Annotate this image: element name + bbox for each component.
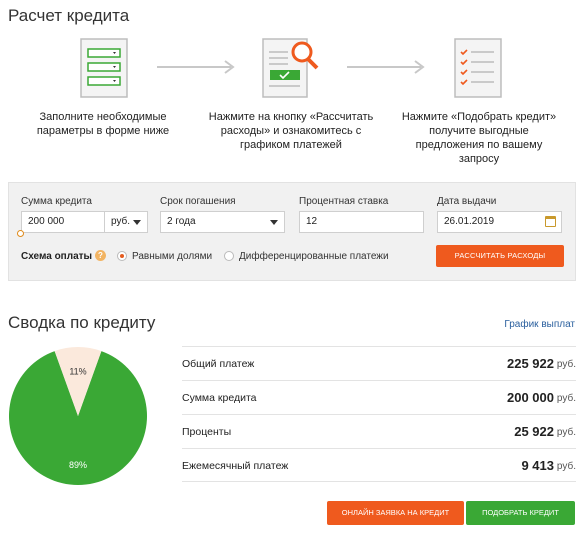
date-label: Дата выдачи [437, 196, 497, 207]
radio-equal-label[interactable]: Равными долями [132, 251, 212, 262]
pick-credit-button[interactable]: ПОДОБРАТЬ КРЕДИТ [466, 501, 575, 525]
summary-title: Сводка по кредиту [8, 313, 156, 332]
chevron-down-icon [133, 220, 141, 225]
row-label: Общий платеж [182, 358, 255, 370]
amount-label: Сумма кредита [21, 196, 92, 207]
row-unit: руб. [556, 461, 576, 472]
credit-pie-chart: 89% 11% [8, 347, 147, 485]
radio-differentiated-label[interactable]: Дифференцированные платежи [239, 251, 389, 262]
rate-input[interactable]: 12 [299, 211, 424, 233]
arrow-right-icon [347, 60, 425, 74]
step-1-text: Заполните необходимые параметры в форме … [36, 111, 170, 137]
date-value: 26.01.2019 [444, 216, 495, 227]
checklist-icon [454, 38, 502, 98]
row-value: 200 000 [507, 390, 554, 405]
row-unit: руб. [556, 359, 576, 370]
term-value: 2 года [167, 216, 196, 227]
arrow-right-icon [157, 60, 235, 74]
amount-input[interactable]: 200 000 [21, 211, 105, 233]
term-label: Срок погашения [160, 196, 236, 207]
form-icon [80, 38, 128, 98]
step-2-text: Нажмите на кнопку «Рассчитать расходы» и… [208, 111, 374, 151]
row-value: 225 922 [507, 356, 554, 371]
summary-row-interest: Проценты 25 922 руб. [182, 414, 576, 448]
page-title: Расчет кредита [8, 6, 130, 25]
online-application-button[interactable]: ОНЛАЙН ЗАЯВКА НА КРЕДИТ [327, 501, 464, 525]
row-unit: руб. [556, 427, 576, 438]
row-value: 25 922 [514, 424, 554, 439]
currency-select[interactable]: руб. [104, 211, 148, 233]
radio-differentiated-payments[interactable] [224, 251, 234, 261]
amount-slider-handle[interactable] [17, 230, 24, 237]
payment-schedule-link[interactable]: График выплат [504, 319, 575, 330]
summary-row-monthly: Ежемесячный платеж 9 413 руб. [182, 448, 576, 482]
summary-table: Общий платеж 225 922 руб. Сумма кредита … [182, 346, 576, 482]
credit-form-panel: Сумма кредита 200 000 руб. Срок погашени… [8, 182, 576, 281]
date-input[interactable]: 26.01.2019 [437, 211, 562, 233]
term-select[interactable]: 2 года [160, 211, 285, 233]
step-3-text: Нажмите «Подобрать кредит» получите выго… [401, 111, 557, 165]
row-value: 9 413 [521, 458, 554, 473]
calendar-icon[interactable] [545, 216, 556, 227]
help-icon[interactable]: ? [95, 250, 106, 261]
chevron-down-icon [270, 220, 278, 225]
row-label: Проценты [182, 426, 232, 438]
row-label: Ежемесячный платеж [182, 460, 289, 472]
pie-label-interest: 11% [69, 367, 86, 377]
pie-label-principal: 89% [69, 460, 87, 470]
calculate-button[interactable]: РАССЧИТАТЬ РАСХОДЫ [436, 245, 564, 267]
summary-row-total: Общий платеж 225 922 руб. [182, 346, 576, 380]
rate-label: Процентная ставка [299, 196, 389, 207]
row-unit: руб. [556, 393, 576, 404]
payment-scheme-label: Схема оплаты [21, 251, 93, 262]
document-search-icon [262, 38, 319, 98]
currency-value: руб. [111, 216, 131, 227]
radio-equal-payments[interactable] [117, 251, 127, 261]
row-label: Сумма кредита [182, 392, 257, 404]
summary-row-amount: Сумма кредита 200 000 руб. [182, 380, 576, 414]
